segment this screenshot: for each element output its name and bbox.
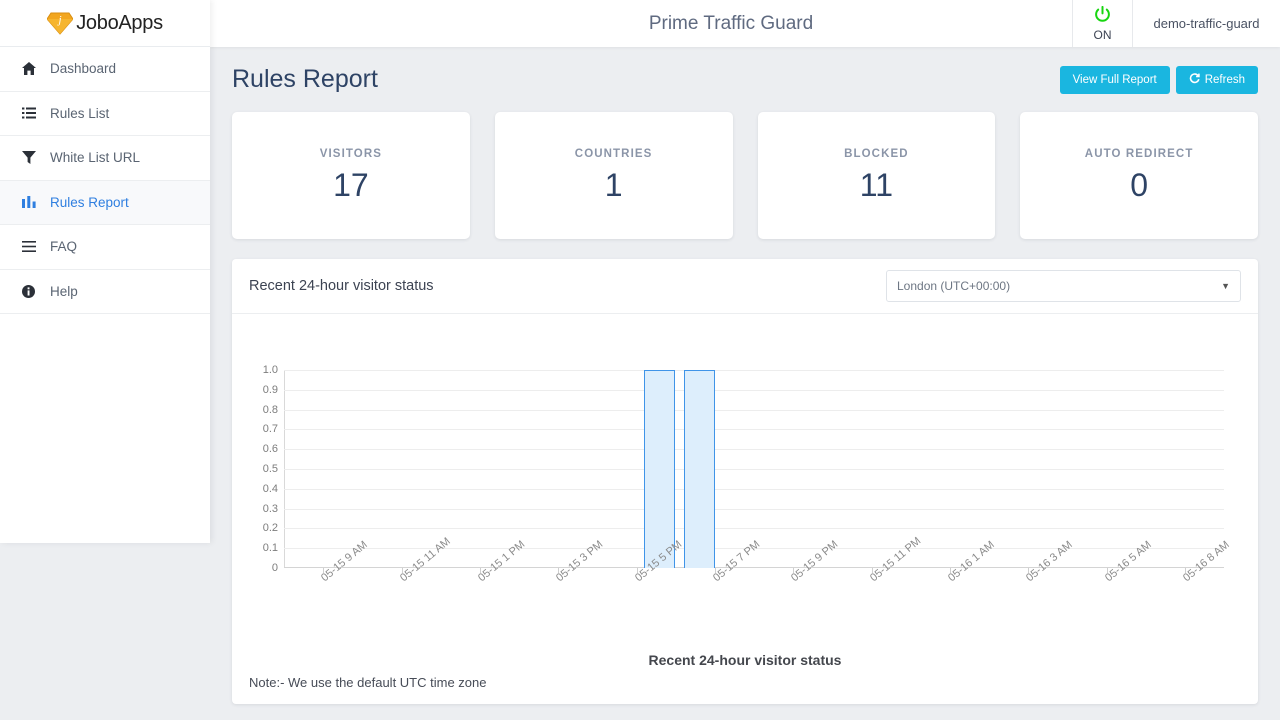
sidebar-item-label: Rules Report — [50, 194, 129, 210]
chart-y-tick-label: 0.9 — [262, 383, 278, 396]
sidebar-item-dashboard[interactable]: Dashboard — [0, 47, 210, 92]
stat-value: 0 — [1130, 166, 1149, 203]
refresh-label: Refresh — [1204, 73, 1245, 86]
refresh-button[interactable]: Refresh — [1175, 65, 1258, 94]
chart-panel-title: Recent 24-hour visitor status — [249, 278, 434, 294]
chart-gridline — [284, 370, 1224, 371]
stat-label: BLOCKED — [844, 147, 909, 160]
stat-value: 17 — [333, 166, 369, 203]
power-state-label: ON — [1093, 27, 1112, 42]
chart-gridline — [284, 429, 1224, 431]
stat-card-blocked: BLOCKED 11 — [757, 112, 996, 239]
chart-y-axis-labels: 1.0 0.9 0.8 0.7 0.6 0.5 0.4 0.3 0.2 0.1 0 — [232, 363, 278, 575]
chart-gridline — [284, 488, 1224, 490]
chart-area: 1.0 0.9 0.8 0.7 0.6 0.5 0.4 0.3 0.2 0.1 0 05-15 9 … — [232, 314, 1258, 704]
stat-card-countries: COUNTRIES 1 — [494, 112, 733, 239]
chart-y-tick-label: 1.0 — [262, 364, 278, 376]
chart-bar[interactable] — [683, 370, 715, 568]
stat-label: VISITORS — [319, 147, 383, 160]
timezone-selected-value: London (UTC+00:00) — [897, 279, 1011, 293]
sidebar-item-label: Dashboard — [50, 61, 117, 77]
user-account[interactable]: demo-traffic-guard — [1132, 0, 1280, 47]
page-actions: View Full Report Refresh — [1059, 65, 1258, 94]
power-toggle[interactable]: ON — [1072, 0, 1132, 47]
main-content: Rules Report View Full Report Refresh VI… — [210, 47, 1280, 720]
stat-card-visitors: VISITORS 17 — [232, 112, 470, 239]
info-circle-icon — [22, 284, 48, 298]
chart-y-tick-label: 0 — [271, 562, 278, 574]
chart-y-tick-label: 0.2 — [262, 522, 278, 535]
stat-value: 1 — [604, 166, 623, 203]
sidebar-item-label: White List URL — [50, 150, 141, 166]
sidebar-item-label: Rules List — [50, 105, 110, 121]
page-header: Rules Report View Full Report Refresh — [232, 47, 1258, 112]
brand-name: JoboApps — [76, 11, 163, 34]
sidebar-item-white-list-url[interactable]: White List URL — [0, 136, 210, 181]
sidebar-item-label: Help — [50, 283, 78, 299]
chart-gridline — [284, 528, 1224, 530]
chart-y-tick-label: 0.6 — [262, 443, 278, 456]
stat-label: COUNTRIES — [574, 147, 653, 160]
stat-value: 11 — [859, 166, 893, 203]
home-icon — [22, 62, 48, 76]
refresh-icon — [1189, 72, 1200, 87]
sidebar-item-rules-list[interactable]: Rules List — [0, 91, 210, 136]
chart-y-tick-label: 0.3 — [262, 502, 278, 515]
gem-icon: j — [47, 11, 74, 35]
chart-caption: Recent 24-hour visitor status — [648, 652, 842, 668]
chart-panel-header: Recent 24-hour visitor status London (UT… — [232, 259, 1258, 314]
chevron-down-icon: ▼ — [1221, 281, 1230, 291]
chart-y-tick-label: 0.7 — [262, 423, 278, 436]
sidebar-item-rules-report[interactable]: Rules Report — [0, 180, 210, 225]
stat-cards: VISITORS 17 COUNTRIES 1 BLOCKED 11 AUTO … — [232, 112, 1258, 239]
view-full-report-label: View Full Report — [1072, 73, 1157, 86]
list-icon — [22, 107, 48, 119]
username-label: demo-traffic-guard — [1153, 16, 1260, 31]
topbar: Prime Traffic Guard ON demo-traffic-guar… — [210, 0, 1280, 47]
timezone-select[interactable]: London (UTC+00:00) ▼ — [886, 270, 1241, 302]
chart-y-tick-label: 0.5 — [262, 463, 278, 475]
chart-y-tick-label: 0.1 — [262, 542, 278, 555]
brand-logo[interactable]: j JoboApps — [0, 0, 210, 47]
stat-card-auto-redirect: AUTO REDIRECT 0 — [1020, 112, 1258, 239]
hamburger-icon — [22, 241, 48, 253]
bar-chart-icon — [22, 196, 48, 209]
app-root: j JoboApps Dashboard Rules List White Li… — [0, 0, 1280, 720]
chart-note: Note:- We use the default UTC time zone — [249, 675, 487, 690]
chart-bar[interactable] — [644, 370, 676, 568]
chart-x-axis-labels: 05-15 9 AM 05-15 11 AM 05-15 1 PM 05-15 3 P… — [284, 535, 1231, 629]
filter-icon — [22, 151, 48, 165]
chart-gridline — [284, 409, 1224, 411]
app-title: Prime Traffic Guard — [648, 12, 814, 34]
chart-panel: Recent 24-hour visitor status London (UT… — [232, 259, 1258, 704]
chart-gridline — [284, 469, 1224, 470]
sidebar: j JoboApps Dashboard Rules List White Li… — [0, 0, 210, 543]
chart-gridline — [284, 389, 1224, 391]
stat-label: AUTO REDIRECT — [1084, 147, 1194, 160]
page-title: Rules Report — [232, 65, 378, 93]
sidebar-item-label: FAQ — [50, 239, 78, 255]
chart-y-tick-label: 0.8 — [262, 403, 278, 416]
chart-gridline — [284, 508, 1224, 510]
view-full-report-button[interactable]: View Full Report — [1059, 65, 1170, 94]
chart-gridline — [284, 449, 1224, 451]
chart-y-tick-label: 0.4 — [262, 482, 278, 495]
sidebar-item-faq[interactable]: FAQ — [0, 225, 210, 270]
sidebar-item-help[interactable]: Help — [0, 269, 210, 314]
power-icon — [1094, 5, 1111, 27]
